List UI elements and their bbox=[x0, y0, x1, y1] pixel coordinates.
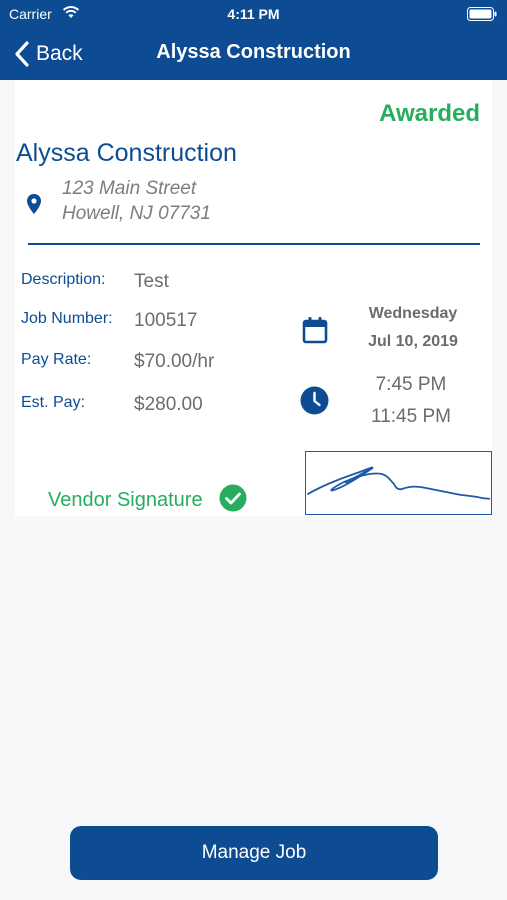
schedule-start-time: 7:45 PM bbox=[375, 374, 447, 395]
checkmark-icon bbox=[219, 484, 247, 512]
clock-icon bbox=[300, 386, 329, 415]
est-pay-value: $280.00 bbox=[134, 394, 203, 415]
pay-rate-label: Pay Rate: bbox=[21, 351, 92, 368]
nav-bar: Back Alyssa Construction bbox=[0, 28, 507, 80]
address-street: 123 Main Street bbox=[62, 178, 197, 199]
schedule-weekday: Wednesday bbox=[368, 305, 458, 322]
address-city: Howell, NJ 07731 bbox=[62, 203, 211, 224]
vendor-signature-label: Vendor Signature bbox=[48, 489, 203, 511]
page-title: Alyssa Construction bbox=[156, 41, 351, 63]
calendar-icon bbox=[302, 317, 328, 344]
manage-job-button[interactable]: Manage Job bbox=[70, 826, 438, 880]
description-label: Description: bbox=[21, 271, 106, 288]
schedule-end-time: 11:45 PM bbox=[371, 406, 451, 427]
header: Carrier 4:11 PM Back Alyssa Construction bbox=[0, 0, 507, 80]
job-number-label: Job Number: bbox=[21, 310, 113, 327]
description-value: Test bbox=[134, 271, 169, 292]
location-pin-icon bbox=[27, 194, 41, 214]
status-badge: Awarded bbox=[379, 100, 480, 127]
battery-icon bbox=[467, 7, 497, 21]
pay-rate-value: $70.00/hr bbox=[134, 351, 215, 372]
signature-image bbox=[307, 466, 490, 500]
status-time: 4:11 PM bbox=[227, 6, 280, 22]
company-name: Alyssa Construction bbox=[16, 139, 237, 167]
status-bar: Carrier 4:11 PM bbox=[0, 0, 507, 28]
schedule-date: Jul 10, 2019 bbox=[368, 333, 458, 350]
est-pay-label: Est. Pay: bbox=[21, 394, 86, 411]
job-detail-card: Awarded Alyssa Construction 123 Main Str… bbox=[15, 80, 492, 516]
signature-box[interactable] bbox=[305, 451, 492, 515]
job-number-value: 100517 bbox=[134, 310, 198, 331]
divider bbox=[28, 243, 480, 245]
